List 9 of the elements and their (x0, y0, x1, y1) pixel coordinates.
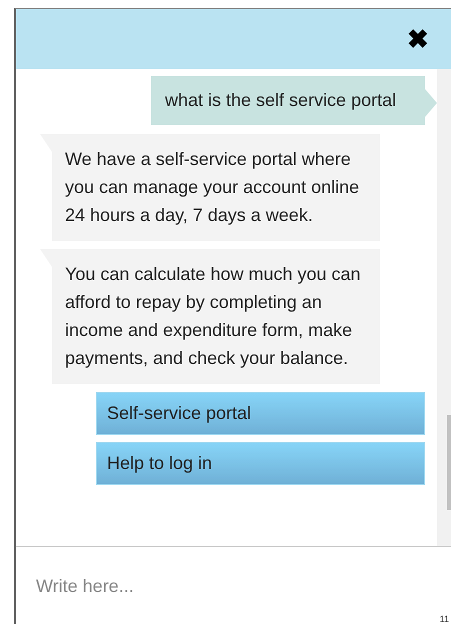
scrollbar[interactable] (437, 69, 451, 546)
message-input-field[interactable]: Write here... (34, 574, 418, 598)
bot-message-bubble: You can calculate how much you can afford to repay by completing an income and expenditure form, make payments, and check your balance. (40, 249, 380, 384)
quick-reply-button[interactable]: Help to log in (96, 442, 425, 485)
bot-message-bubble: We have a self-service portal where you can manage your account online 24 hours a day, 7 days a week. (40, 134, 380, 241)
quick-reply-button[interactable]: Self-service portal (96, 392, 425, 435)
close-button[interactable]: ✖ (407, 26, 429, 52)
corner-text: 11 (440, 614, 449, 624)
user-message-bubble: what is the self service portal (151, 76, 437, 125)
